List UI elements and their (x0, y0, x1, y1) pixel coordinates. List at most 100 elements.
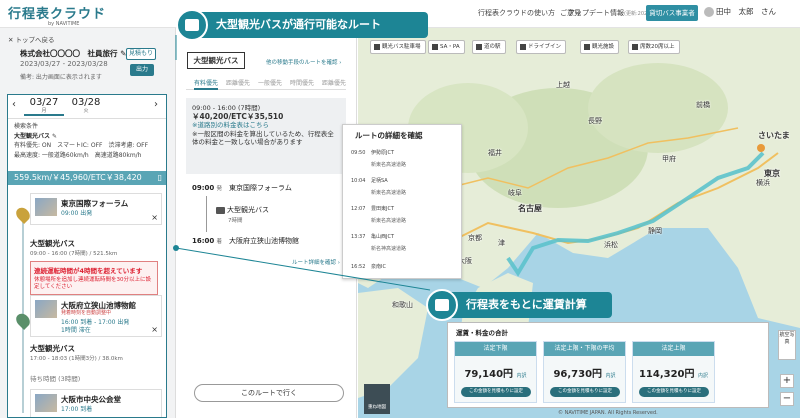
map-label: 岐阜 (508, 189, 522, 197)
route-detail-link[interactable]: ルート詳細を確認 › (292, 258, 340, 266)
row-time: 10:04 (351, 178, 366, 184)
estimate-button[interactable]: 見積もり (126, 48, 156, 60)
stop-card[interactable]: 大阪市中央公会堂 17:00 到着 (30, 389, 162, 417)
fare-column-average: 法定上限・下限の平均 96,730円 内訳 この金額を見積もりに設定 (543, 341, 626, 403)
fare-value: 79,140円 (464, 369, 514, 380)
map-label: 京都 (468, 234, 482, 242)
set-estimate-button[interactable]: この金額を見積もりに設定 (461, 387, 531, 397)
stop-time: 09:00 出発 (61, 210, 93, 217)
back-link-label: トップへ戻る (15, 36, 55, 44)
fare-column-lower: 法定下限 79,140円 内訳 この金額を見積もりに設定 (454, 341, 537, 403)
map-label: さいたま (758, 131, 790, 140)
departure-time: 09:00 (192, 184, 215, 192)
vehicle-row: 大型観光バス ✎ (14, 132, 148, 142)
filter-sa-pa[interactable]: SA・PA (428, 40, 465, 54)
set-estimate-button[interactable]: この金額を見積もりに設定 (550, 387, 620, 397)
user-menu[interactable]: 田中 太郎 さん (704, 6, 776, 17)
map-label: 上越 (556, 81, 570, 89)
tab-general-priority[interactable]: 一般優先 (258, 78, 282, 87)
route-line (206, 196, 207, 232)
map-label: 長野 (588, 117, 602, 125)
zoom-in-button[interactable]: + (780, 374, 794, 388)
filter-seats-20[interactable]: 席数20席以上 (628, 40, 680, 54)
route-detail-road: 新東名高速道路 (371, 218, 407, 224)
fare-breakdown-link[interactable]: 内訳 (606, 373, 616, 379)
row-name: 伊勢原JCT (371, 150, 395, 156)
filter-label: ドライブイン (528, 44, 562, 50)
close-icon[interactable]: × (151, 325, 158, 334)
go-this-route-button[interactable]: このルートで行く (194, 384, 344, 402)
close-icon[interactable]: × (151, 213, 158, 222)
chevron-left-icon[interactable]: ‹ (12, 99, 16, 110)
mode-name: 大型観光バス (227, 206, 269, 214)
speed-settings: 最高速度: 一般道路60km/h 高速道路80km/h (14, 151, 142, 159)
filter-drive-in[interactable]: ドライブイン (516, 40, 567, 54)
client-title: 株式会社〇〇〇〇 社員旅行 ✎ (20, 48, 126, 59)
spot-photo (35, 198, 57, 216)
route-detail-road: 新名神高速道路 (371, 246, 407, 252)
rental-operator-button[interactable]: 貸切バス事業者 (646, 5, 698, 21)
auto-adjust-flag: 発着時刻を自動調整中 (61, 310, 112, 316)
row-name: 亀山西JCT (371, 234, 395, 240)
zoom-out-button[interactable]: − (780, 392, 794, 406)
edit-icon[interactable]: ✎ (52, 133, 57, 140)
route-fare: ￥40,200/ETC￥35,510 (192, 111, 284, 121)
day-total: 559.5km/￥45,960/ETC￥38,420 (14, 173, 142, 182)
arrival-name: 大阪府立狭山池博物館 (229, 237, 300, 245)
remark-note: 備考: 出力画面に表示されます (20, 74, 102, 81)
stop-card[interactable]: 東京国際フォーラム 09:00 出発 × (30, 193, 162, 225)
filter-label: 席数20席以上 (640, 44, 675, 50)
route-vehicle-title: 大型観光バス (187, 52, 245, 69)
arrival-tag: 着 (216, 239, 223, 245)
fare-value: 114,320円 (638, 369, 695, 380)
fare-table-link[interactable]: ※道路別の料金表はこちら (192, 121, 340, 130)
filter-tourist-facility[interactable]: 観光施設 (580, 40, 620, 54)
row-time: 09:50 (351, 150, 366, 156)
tab-time-priority[interactable]: 時間優先 (290, 78, 314, 87)
map-label: 横浜 (756, 179, 770, 187)
filter-roadside-station[interactable]: 道の駅 (472, 40, 506, 54)
app-logo[interactable]: 行程表クラウド by NAVITIME (8, 3, 106, 27)
filter-bus-parking[interactable]: 観光バス駐車場 (370, 40, 426, 54)
fare-breakdown-link[interactable]: 内訳 (517, 373, 527, 379)
callout-fare-calc: 行程表をもとに運賃計算 (426, 289, 612, 321)
back-to-top-link[interactable]: ✕ トップへ戻る (8, 34, 55, 44)
set-estimate-button[interactable]: この金額を見積もりに設定 (639, 387, 709, 397)
chevron-right-icon[interactable]: › (154, 99, 158, 110)
bus-icon (176, 9, 208, 41)
map-label: 静岡 (648, 227, 662, 235)
calculator-icon (426, 289, 458, 321)
filter-label: 観光バス駐車場 (382, 44, 421, 50)
departure-row: 09:00 発 東京国際フォーラム (192, 183, 292, 193)
tab-distance-priority-2[interactable]: 距離優先 (322, 78, 346, 87)
fare-column-label: 法定上限 (633, 342, 714, 356)
fare-title: 運賃・料金の合計 (456, 329, 508, 337)
output-button[interactable]: 出力 (130, 64, 154, 76)
day-tab-0328[interactable]: 03/28 火 (66, 97, 106, 114)
layer-map-button[interactable]: 重ね地図 (364, 384, 390, 414)
route-panel: 大型観光バス 他の移動手段のルートを確認 › 有料優先 距離優先 一般優先 時間… (176, 28, 357, 418)
departure-name: 東京国際フォーラム (229, 184, 292, 192)
stop-card[interactable]: 大阪府立狭山池博物館 発着時刻を自動調整中 16:00 到着 - 17:00 出… (30, 295, 162, 337)
route-option-tabs: 有料優先 距離優先 一般優先 時間優先 距離優先 (186, 76, 346, 90)
route-detail-row: 09:50 伊勢原JCT (351, 149, 394, 156)
tab-toll-priority[interactable]: 有料優先 (194, 78, 219, 90)
tab-distance-priority[interactable]: 距離優先 (226, 78, 250, 87)
itinerary-panel: ✕ トップへ戻る 株式会社〇〇〇〇 社員旅行 ✎ 2023/03/27 - 20… (0, 28, 176, 418)
nav-usage-link[interactable]: 行程表クラウドの使い方 (478, 8, 555, 18)
day-tab-weekday: 火 (83, 108, 89, 114)
day-tabs: ‹ 03/27 月 03/28 火 › (8, 95, 166, 119)
fare-value-row: 96,730円 内訳 (544, 365, 625, 380)
mode-row: 大型観光バス (216, 205, 269, 215)
fare-breakdown-link[interactable]: 内訳 (698, 373, 708, 379)
fare-column-label: 法定下限 (455, 342, 536, 356)
fare-value: 96,730円 (553, 369, 603, 380)
other-route-link[interactable]: 他の移動手段のルートを確認 › (266, 58, 341, 66)
row-time: 13:37 (351, 234, 366, 240)
delete-icon[interactable]: ▯ (158, 171, 162, 185)
search-conditions: 検索条件 大型観光バス ✎ 有料優先: ON スマートIC: OFF 渋滞考慮:… (14, 122, 148, 160)
day-tab-0327[interactable]: 03/27 月 (24, 97, 64, 116)
aerial-photo-button[interactable]: 航空写真 (778, 330, 796, 360)
callout-bus-route: 大型観光バスが通行可能なルート (176, 9, 428, 41)
route-detail-row: 13:37 亀山西JCT (351, 233, 394, 240)
